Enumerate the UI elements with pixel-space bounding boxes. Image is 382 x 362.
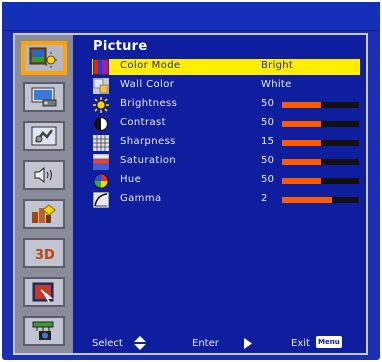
- gamma-icon: [93, 192, 109, 208]
- brightness-icon: [93, 97, 109, 113]
- menu-row-value: 50: [261, 98, 275, 109]
- select-hint: Select: [92, 338, 123, 349]
- slider-fill: [282, 121, 321, 127]
- exit-hint: Exit: [291, 338, 310, 349]
- menu-row-label: Brightness: [120, 98, 178, 109]
- menu-row-sharpness[interactable]: Sharpness 15: [92, 135, 360, 151]
- menu-row-contrast[interactable]: Contrast 50: [92, 116, 360, 132]
- volume-icon: [34, 166, 52, 184]
- osd-footer: Select Enter Exit Menu: [92, 336, 362, 352]
- interactive-tab[interactable]: [23, 277, 65, 307]
- menu-row-label: Wall Color: [120, 79, 175, 90]
- up-down-arrow-icon: [134, 336, 146, 350]
- options-icon: [32, 204, 56, 223]
- saturation-icon: [93, 154, 109, 170]
- osd-top-bar: [2, 2, 380, 31]
- menu-row-value: 2: [261, 193, 268, 204]
- color-mode-icon: [93, 59, 109, 75]
- menu-row-value: 50: [261, 174, 275, 185]
- sidebar: 3D: [15, 35, 73, 353]
- slider-fill: [282, 102, 321, 108]
- menu-row-saturation[interactable]: Saturation 50: [92, 154, 360, 170]
- menu-title: Picture: [93, 39, 148, 54]
- screen-tab[interactable]: [23, 82, 65, 112]
- interactive-icon: [32, 282, 54, 303]
- menu-row-value: 15: [261, 136, 275, 147]
- menu-row-value: Bright: [261, 60, 294, 71]
- menu-row-wall-color[interactable]: Wall Color White: [92, 78, 360, 94]
- menu-row-label: Sharpness: [120, 136, 176, 147]
- brightness-slider[interactable]: [282, 102, 359, 108]
- slider-fill: [282, 197, 333, 203]
- menu-key-icon: Menu: [316, 336, 342, 348]
- contrast-slider[interactable]: [282, 121, 359, 127]
- hue-slider[interactable]: [282, 178, 359, 184]
- volume-tab[interactable]: [23, 160, 65, 190]
- slider-fill: [282, 178, 321, 184]
- hue-icon: [93, 173, 109, 189]
- menu-row-label: Gamma: [120, 193, 162, 204]
- menu-row-gamma[interactable]: Gamma 2: [92, 192, 360, 208]
- sharpness-slider[interactable]: [282, 140, 359, 146]
- picture-icon: [29, 47, 57, 68]
- menu-row-brightness[interactable]: Brightness 50: [92, 97, 360, 113]
- picture-tab[interactable]: [23, 43, 65, 73]
- menu-row-value: White: [261, 79, 292, 90]
- options-tab[interactable]: [23, 199, 65, 229]
- menu-row-hue[interactable]: Hue 50: [92, 173, 360, 189]
- screen-icon: [31, 87, 57, 107]
- right-arrow-icon: [244, 338, 252, 349]
- menu-row-value: 50: [261, 117, 275, 128]
- slider-fill: [282, 140, 321, 146]
- slider-fill: [282, 159, 321, 165]
- lan-tab[interactable]: [23, 316, 65, 346]
- lan-icon: [32, 321, 54, 340]
- setting-icon: [31, 126, 57, 146]
- saturation-slider[interactable]: [282, 159, 359, 165]
- menu-row-label: Hue: [120, 174, 142, 185]
- gamma-slider[interactable]: [282, 197, 359, 203]
- menu-row-color-mode[interactable]: Color Mode Bright: [92, 59, 360, 75]
- contrast-icon: [93, 116, 109, 132]
- menu-row-label: Contrast: [120, 117, 166, 128]
- menu-row-value: 50: [261, 155, 275, 166]
- 3d-icon: 3D: [35, 248, 55, 263]
- sharpness-icon: [93, 135, 109, 151]
- wall-color-icon: [93, 78, 109, 94]
- menu-row-label: Color Mode: [120, 60, 181, 71]
- menu-row-label: Saturation: [120, 155, 177, 166]
- svg-text:3D: 3D: [35, 248, 55, 263]
- enter-hint: Enter: [192, 338, 219, 349]
- 3d-tab[interactable]: 3D: [23, 238, 65, 268]
- setting-tab[interactable]: [23, 121, 65, 151]
